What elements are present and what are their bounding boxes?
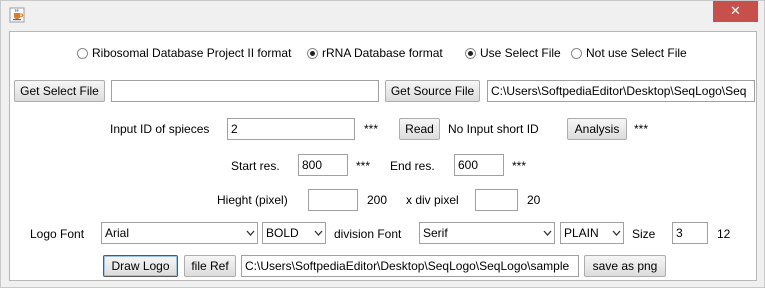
x-div-default-value: 20 [527,193,541,207]
x-div-pixel-label: x div pixel [406,193,459,207]
radio-label: Ribosomal Database Project II format [92,46,292,60]
chevron-down-icon [540,223,554,243]
height-pixel-input[interactable] [308,189,358,211]
logo-font-select[interactable]: Arial [101,222,258,244]
size-input[interactable]: 3 [672,222,708,244]
species-id-input[interactable]: 2 [227,118,355,140]
chevron-down-icon [609,223,623,243]
radio-use-select-file[interactable]: Use Select File [465,46,561,60]
title-bar: ✕ [1,1,764,31]
source-file-field[interactable]: C:\Users\SoftpediaEditor\Desktop\SeqLogo… [487,80,755,102]
division-font-select[interactable]: Serif [419,222,555,244]
file-ref-button[interactable]: file Ref [184,255,236,277]
close-icon: ✕ [730,4,741,19]
start-res-label: Start res. [231,159,280,173]
end-res-label: End res. [390,159,435,173]
radio-not-use-select-file[interactable]: Not use Select File [571,46,687,60]
species-required-marker: *** [364,122,379,136]
logo-font-label: Logo Font [30,227,85,241]
end-res-input[interactable]: 600 [454,154,504,176]
species-status-text: No Input short ID [448,122,539,136]
start-res-required-marker: *** [356,159,371,173]
species-id-label: Input ID of spieces [110,122,210,136]
radio-ribosomal-db-format[interactable]: Ribosomal Database Project II format [77,46,291,60]
chevron-down-icon [311,223,325,243]
save-as-png-button[interactable]: save as png [584,255,666,277]
read-button[interactable]: Read [399,118,440,140]
division-font-label: division Font [334,227,402,241]
close-window-button[interactable]: ✕ [713,1,758,22]
logo-font-style-value: BOLD [266,226,299,240]
analysis-button[interactable]: Analysis [567,118,627,140]
end-res-required-marker: *** [512,159,527,173]
radio-label: Not use Select File [586,46,687,60]
select-file-field[interactable] [111,80,379,102]
logo-font-value: Arial [105,226,130,240]
chevron-down-icon [243,223,257,243]
java-cup-icon [9,7,25,23]
height-default-value: 200 [367,193,388,207]
get-select-file-button[interactable]: Get Select File [14,80,105,102]
get-source-file-button[interactable]: Get Source File [385,80,480,102]
size-label: Size [632,227,656,241]
division-font-style-value: PLAIN [564,226,599,240]
radio-button-selected-icon [307,47,318,59]
radio-button-selected-icon [465,47,476,59]
application-window: ✕ Ribosomal Database Project II format r… [0,0,765,288]
radio-label: rRNA Database format [322,46,443,60]
output-path-field[interactable]: C:\Users\SoftpediaEditor\Desktop\SeqLogo… [241,255,579,277]
analysis-required-marker: *** [634,122,649,136]
main-panel: Ribosomal Database Project II format rRN… [9,31,757,281]
draw-logo-button[interactable]: Draw Logo [103,255,178,277]
height-pixel-label: Hieght (pixel) [217,193,288,207]
x-div-pixel-input[interactable] [475,189,518,211]
radio-button-icon [571,47,582,59]
size-default-value: 12 [717,227,731,241]
division-font-value: Serif [423,226,448,240]
division-font-style-select[interactable]: PLAIN [560,222,624,244]
start-res-input[interactable]: 800 [298,154,348,176]
logo-font-style-select[interactable]: BOLD [262,222,326,244]
radio-label: Use Select File [480,46,561,60]
radio-rrna-db-format[interactable]: rRNA Database format [307,46,443,60]
radio-button-icon [77,47,88,59]
